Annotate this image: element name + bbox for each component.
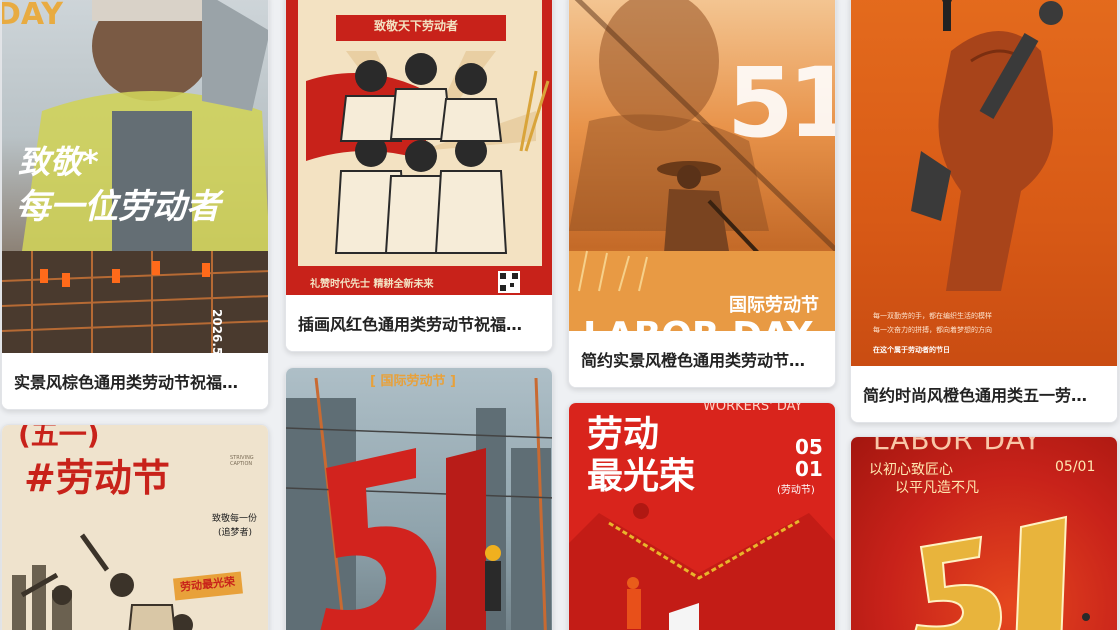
card-title[interactable]: 实景风棕色通用类劳动节祝福… — [2, 353, 268, 409]
template-card-1[interactable]: DAY 致敬* 每一位劳动者 2026.5.1 实景风棕色通用类劳动节祝福… — [1, 0, 269, 410]
poster-thumbnail: 51 国际劳动节 LABOR DAY — [569, 0, 835, 333]
template-card-8[interactable]: LABOR DAY 以初心致匠心 以平凡造不凡 05/01 — [850, 436, 1118, 630]
poster-artwork — [286, 377, 552, 630]
poster-thumbnail: 每一双勤劳的手，都在编织生活的模样 每一次奋力的拼搏，都向着梦想的方向 在这个属… — [851, 0, 1117, 368]
poster-date1: 05 — [795, 435, 823, 459]
poster-sub2: (追梦者) — [218, 528, 253, 538]
card-title[interactable]: 简约时尚风橙色通用类五一劳… — [851, 366, 1117, 422]
poster-line1: 以初心致匠心 — [869, 462, 953, 478]
poster-thumbnail: (五一) #劳动节 STRIVING CAPTION 致敬每一份 (追梦者) 劳… — [2, 425, 268, 630]
template-card-2[interactable]: 致敬天下劳动者 礼赞时代先士 精耕全新未来 插画风红色通用类劳动节祝福… — [285, 0, 553, 352]
poster-en: WORKERS' DAY — [703, 403, 803, 414]
poster-edge-text: DAY — [2, 0, 63, 32]
poster-thumbnail: LABOR DAY 以初心致匠心 以平凡造不凡 05/01 — [851, 437, 1117, 630]
poster-date2: 01 — [795, 457, 823, 481]
poster-thumbnail: DAY 致敬* 每一位劳动者 2026.5.1 — [2, 0, 268, 355]
poster-title-cn: 国际劳动节 — [729, 295, 819, 316]
poster-line2: 以平凡造不凡 — [895, 480, 979, 496]
poster-date: 05/01 — [1055, 459, 1096, 475]
poster-date: 2026.5.1 — [210, 309, 224, 355]
poster-line3: 在这个属于劳动者的节日 — [873, 346, 950, 354]
poster-title: #劳动节 — [24, 456, 170, 500]
poster-title2: 最光荣 — [587, 456, 696, 497]
poster-slogan-line1: 致敬* — [18, 143, 99, 181]
poster-small-en: STRIVING CAPTION — [230, 455, 254, 467]
poster-header: [ 国际劳动节 ] — [370, 374, 456, 389]
template-card-3[interactable]: 51 国际劳动节 LABOR DAY 简约实景风橙色通用类劳动节… — [568, 0, 836, 388]
template-card-4[interactable]: 每一双勤劳的手，都在编织生活的模样 每一次奋力的拼搏，都向着梦想的方向 在这个属… — [850, 0, 1118, 423]
poster-sub1: 致敬每一份 — [212, 514, 258, 524]
poster-slogan-line2: 每一位劳动者 — [16, 187, 220, 227]
poster-line2: 每一次奋力的拼搏，都向着梦想的方向 — [873, 326, 992, 334]
poster-thumbnail: 致敬天下劳动者 礼赞时代先士 精耕全新未来 — [286, 0, 552, 297]
poster-line1: 每一双勤劳的手，都在编织生活的模样 — [873, 312, 992, 320]
template-card-6[interactable]: [ 国际劳动节 ] — [285, 367, 553, 630]
poster-thumbnail: WORKERS' DAY 劳动 最光荣 05 01 (劳动节) — [569, 403, 835, 630]
poster-note: (劳动节) — [777, 485, 815, 496]
poster-footer: 礼赞时代先士 精耕全新未来 — [310, 279, 434, 290]
poster-thumbnail: [ 国际劳动节 ] — [286, 368, 552, 630]
template-card-5[interactable]: (五一) #劳动节 STRIVING CAPTION 致敬每一份 (追梦者) 劳… — [1, 424, 269, 630]
poster-banner: 致敬天下劳动者 — [374, 19, 459, 33]
card-title[interactable]: 简约实景风橙色通用类劳动节… — [569, 331, 835, 387]
poster-en: LABOR DAY — [873, 437, 1042, 456]
template-card-7[interactable]: WORKERS' DAY 劳动 最光荣 05 01 (劳动节) — [568, 402, 836, 630]
card-title[interactable]: 插画风红色通用类劳动节祝福… — [286, 295, 552, 351]
poster-big-number: 51 — [727, 47, 835, 159]
poster-artwork — [298, 0, 550, 297]
